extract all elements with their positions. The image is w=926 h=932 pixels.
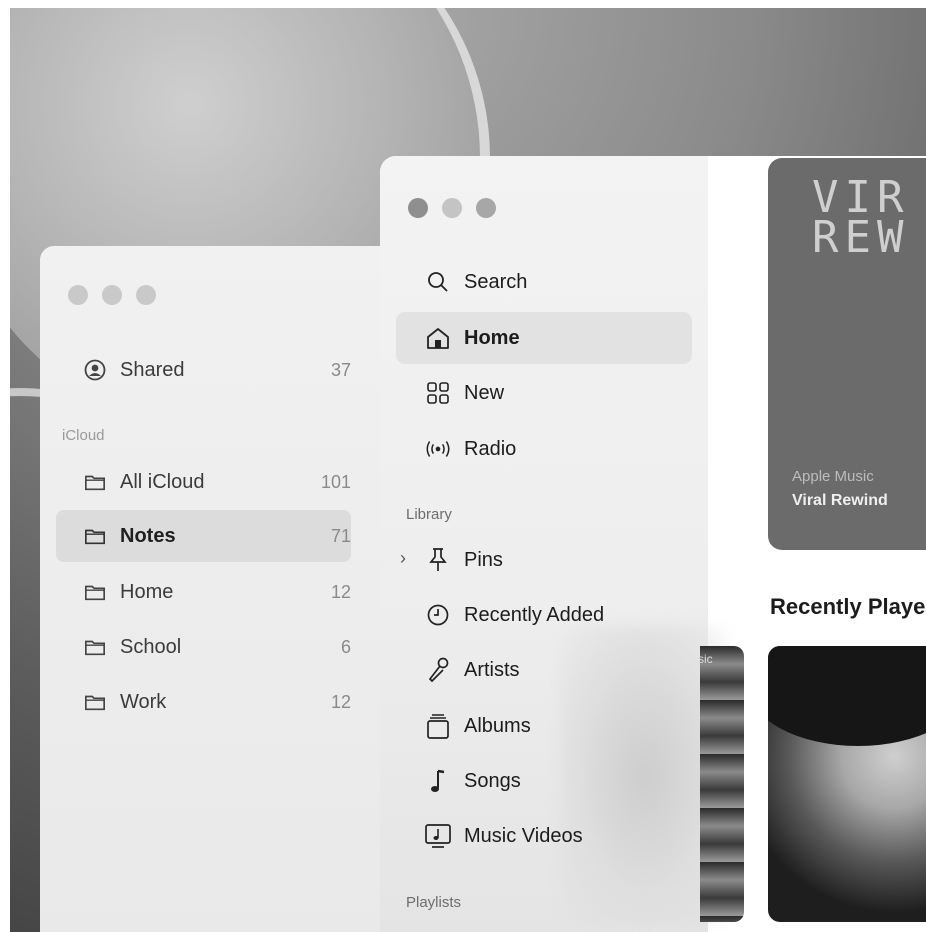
sidebar-item-songs[interactable]: Songs	[396, 755, 692, 807]
sidebar-item-label: Search	[464, 270, 528, 293]
music-sidebar: Search Home New Radio Library › Pins Rec…	[380, 156, 730, 932]
desktop-background: Shared 37 iCloud All iCloud 101 Notes 71…	[10, 8, 926, 932]
sidebar-item-label: Albums	[464, 714, 531, 737]
folder-icon	[84, 526, 106, 546]
microphone-icon	[424, 657, 452, 683]
sidebar-item-artists[interactable]: Artists	[396, 644, 692, 696]
sidebar-item-search[interactable]: Search	[396, 256, 692, 308]
folder-label: Home	[120, 580, 174, 603]
window-controls	[408, 198, 496, 218]
folder-notes[interactable]: Notes 71	[56, 510, 351, 562]
note-count: 71	[330, 525, 351, 546]
section-header-icloud: iCloud	[62, 427, 105, 444]
sidebar-item-label: Pins	[464, 548, 503, 571]
sidebar-item-label: Songs	[464, 769, 521, 792]
search-icon	[424, 270, 452, 294]
sidebar-item-radio[interactable]: Radio	[396, 423, 692, 475]
album-card-portrait[interactable]	[768, 646, 926, 922]
section-header-playlists: Playlists	[406, 894, 462, 911]
album-artwork	[768, 646, 926, 746]
sidebar-item-label: Recently Added	[464, 603, 605, 626]
sidebar-item-music-videos[interactable]: Music Videos	[396, 810, 692, 862]
window-controls	[68, 285, 156, 305]
sidebar-item-label: Home	[464, 326, 520, 349]
home-icon	[424, 326, 452, 350]
sidebar-item-home[interactable]: Home	[396, 312, 692, 364]
close-button[interactable]	[68, 285, 88, 305]
folder-icon	[84, 637, 106, 657]
clock-icon	[424, 603, 452, 627]
minimize-button[interactable]	[102, 285, 122, 305]
note-count: 101	[320, 471, 351, 492]
sidebar-item-label: Artists	[464, 658, 520, 681]
sidebar-item-albums[interactable]: Albums	[396, 700, 692, 752]
section-header-library: Library	[406, 506, 452, 523]
album-icon	[424, 713, 452, 739]
sidebar-item-label: Radio	[464, 437, 517, 460]
sidebar-item-label: Shared	[120, 358, 185, 381]
folder-icon	[84, 582, 106, 602]
featured-subtitle: Apple Music	[792, 468, 874, 485]
zoom-button[interactable]	[136, 285, 156, 305]
folder-icon	[84, 472, 106, 492]
music-note-icon	[424, 768, 452, 794]
recently-played-heading: Recently Playe	[770, 594, 926, 619]
featured-title: Viral Rewind	[792, 492, 888, 509]
pin-icon	[424, 547, 452, 573]
folder-icon	[84, 692, 106, 712]
person-circle-icon	[84, 359, 106, 381]
video-icon	[424, 823, 452, 849]
close-button[interactable]	[408, 198, 428, 218]
note-count: 37	[330, 359, 351, 380]
featured-artwork-text: VIR REW	[812, 172, 910, 263]
zoom-button[interactable]	[476, 198, 496, 218]
folder-label: All iCloud	[120, 470, 205, 493]
sidebar-item-label: New	[464, 381, 505, 404]
music-window: Search Home New Radio Library › Pins Rec…	[380, 156, 926, 932]
folder-home[interactable]: Home 12	[56, 566, 351, 618]
note-count: 12	[330, 691, 351, 712]
sidebar-item-recently-added[interactable]: Recently Added	[396, 589, 692, 641]
folder-work[interactable]: Work 12	[56, 676, 351, 728]
radio-icon	[424, 439, 452, 459]
note-count: 12	[330, 581, 351, 602]
folder-label: School	[120, 635, 182, 658]
sidebar-item-label: Music Videos	[464, 824, 583, 847]
minimize-button[interactable]	[442, 198, 462, 218]
folder-label: Notes	[120, 524, 176, 547]
featured-playlist-card[interactable]: VIR REW Apple Music Viral Rewind	[768, 158, 926, 550]
album-card-tag: sic	[698, 652, 713, 666]
note-count: 6	[340, 636, 351, 657]
sidebar-item-new[interactable]: New	[396, 367, 692, 419]
notes-window: Shared 37 iCloud All iCloud 101 Notes 71…	[40, 246, 400, 932]
folder-label: Work	[120, 690, 167, 713]
sidebar-item-shared[interactable]: Shared 37	[56, 344, 351, 396]
grid-icon	[424, 382, 452, 404]
sidebar-item-pins[interactable]: Pins	[396, 534, 692, 586]
folder-all-icloud[interactable]: All iCloud 101	[56, 456, 351, 508]
folder-school[interactable]: School 6	[56, 621, 351, 673]
album-card-partial[interactable]	[700, 646, 744, 922]
